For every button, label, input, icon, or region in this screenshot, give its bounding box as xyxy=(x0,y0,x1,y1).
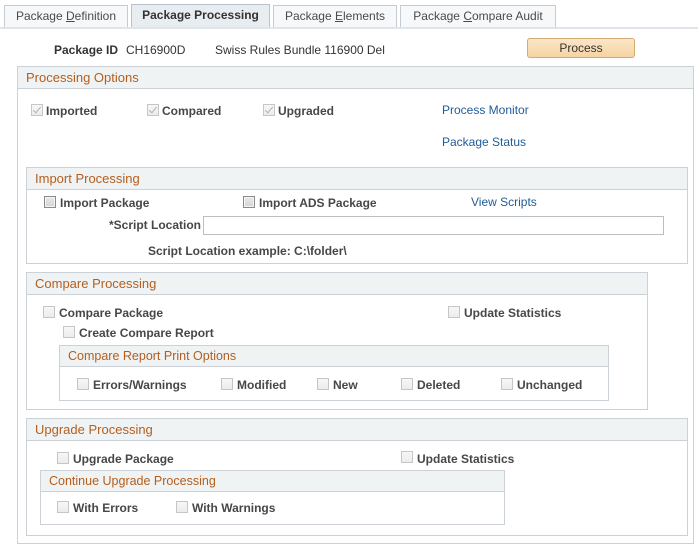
tab-underline xyxy=(0,27,698,29)
errors-warnings-label: Errors/Warnings xyxy=(93,378,187,392)
tab-label: ompare Audit xyxy=(472,9,543,23)
new-checkbox[interactable] xyxy=(317,378,329,390)
compare-processing-group: Compare Processing Compare Package Updat… xyxy=(26,272,648,410)
import-package-label: Import Package xyxy=(60,196,150,210)
unchanged-checkbox[interactable] xyxy=(501,378,513,390)
upgrade-package-label: Upgrade Package xyxy=(73,452,174,466)
upgrade-update-statistics-checkbox[interactable] xyxy=(401,451,413,463)
import-ads-package-checkbox[interactable] xyxy=(243,196,255,208)
compare-package-label: Compare Package xyxy=(59,306,164,320)
tab-package-compare-audit[interactable]: Package Compare Audit xyxy=(400,5,556,27)
compare-package-checkbox[interactable] xyxy=(43,306,55,318)
package-id-value: CH16900D xyxy=(126,43,186,57)
compare-processing-header: Compare Processing xyxy=(27,273,647,295)
new-label: New xyxy=(333,378,358,392)
compare-update-statistics-label: Update Statistics xyxy=(464,306,562,320)
create-compare-report-label: Create Compare Report xyxy=(79,326,214,340)
with-warnings-label: With Warnings xyxy=(192,501,276,515)
processing-options-group: Processing Options Imported Compared Upg… xyxy=(17,66,694,544)
errors-warnings-checkbox[interactable] xyxy=(77,378,89,390)
import-processing-header: Import Processing xyxy=(27,168,687,190)
tab-label: Package xyxy=(15,9,66,23)
script-location-example: Script Location example: C:\folder\ xyxy=(148,244,347,258)
package-description: Swiss Rules Bundle 116900 Del xyxy=(215,43,385,57)
script-location-input[interactable] xyxy=(203,216,664,235)
upgraded-checkbox[interactable] xyxy=(263,104,275,116)
upgraded-label: Upgraded xyxy=(278,104,335,118)
tab-label: Package Processing xyxy=(142,8,259,22)
continue-upgrade-processing-group: Continue Upgrade Processing With Errors … xyxy=(40,470,505,525)
imported-checkbox[interactable] xyxy=(31,104,43,116)
unchanged-label: Unchanged xyxy=(517,378,583,392)
modified-checkbox[interactable] xyxy=(221,378,233,390)
view-scripts-link[interactable]: View Scripts xyxy=(471,195,537,209)
package-id-label: Package ID xyxy=(54,43,119,57)
compare-report-print-options-group: Compare Report Print Options Errors/Warn… xyxy=(59,345,609,401)
tab-label: lements xyxy=(343,9,386,23)
import-processing-group: Import Processing Import Package Import … xyxy=(26,167,688,264)
tab-accesskey: C xyxy=(463,9,472,23)
upgrade-processing-group: Upgrade Processing Upgrade Package Updat… xyxy=(26,418,688,536)
tab-accesskey: D xyxy=(66,9,75,23)
tab-label: efinition xyxy=(74,9,117,23)
continue-upgrade-processing-header: Continue Upgrade Processing xyxy=(41,471,504,492)
imported-label: Imported xyxy=(46,104,98,118)
upgrade-package-checkbox[interactable] xyxy=(57,452,69,464)
with-warnings-checkbox[interactable] xyxy=(176,501,188,513)
import-ads-package-label: Import ADS Package xyxy=(259,196,377,210)
upgrade-processing-header: Upgrade Processing xyxy=(27,419,687,441)
compared-label: Compared xyxy=(162,104,222,118)
tab-label: Package xyxy=(284,9,335,23)
compared-checkbox[interactable] xyxy=(147,104,159,116)
tab-package-elements[interactable]: Package Elements xyxy=(273,5,397,27)
upgrade-update-statistics-label: Update Statistics xyxy=(417,452,515,466)
deleted-label: Deleted xyxy=(417,378,461,392)
script-location-label: *Script Location xyxy=(109,218,202,232)
import-package-checkbox[interactable] xyxy=(44,196,56,208)
compare-update-statistics-checkbox[interactable] xyxy=(448,306,460,318)
compare-report-print-options-header: Compare Report Print Options xyxy=(60,346,608,367)
tab-bar: Package Definition Package Processing Pa… xyxy=(0,0,700,30)
tab-package-definition[interactable]: Package Definition xyxy=(4,5,128,27)
with-errors-checkbox[interactable] xyxy=(57,501,69,513)
deleted-checkbox[interactable] xyxy=(401,378,413,390)
package-status-link[interactable]: Package Status xyxy=(442,135,526,149)
tab-package-processing[interactable]: Package Processing xyxy=(131,4,270,29)
with-errors-label: With Errors xyxy=(73,501,139,515)
process-monitor-link[interactable]: Process Monitor xyxy=(442,103,529,117)
tab-label: Package xyxy=(413,9,464,23)
modified-label: Modified xyxy=(237,378,287,392)
processing-options-header: Processing Options xyxy=(18,67,693,89)
create-compare-report-checkbox[interactable] xyxy=(63,326,75,338)
process-button[interactable]: Process xyxy=(527,38,635,58)
tab-accesskey: E xyxy=(335,9,344,23)
